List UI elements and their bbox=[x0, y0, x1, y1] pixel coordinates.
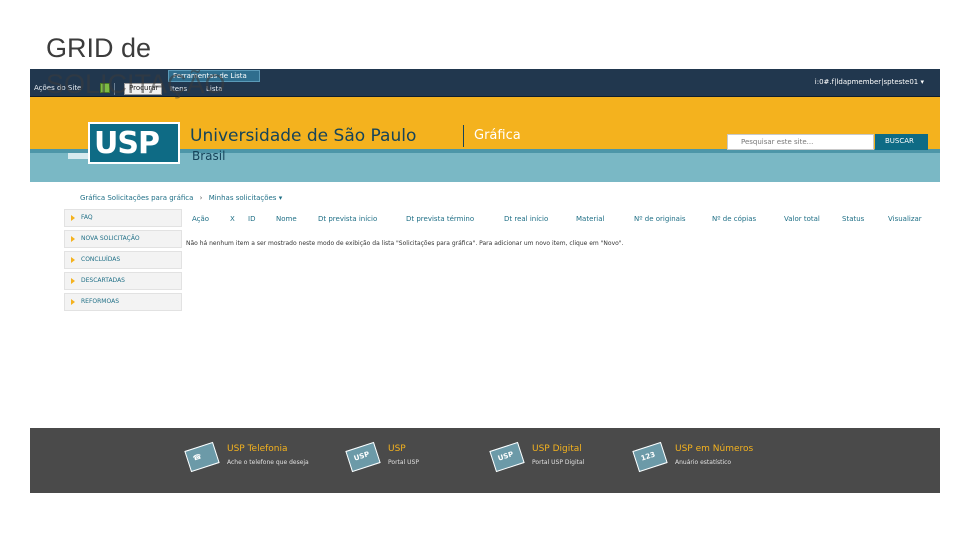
footer-link-telefonia[interactable]: ☎ USP Telefonia Ache o telefone que dese… bbox=[184, 441, 337, 476]
subsite-name[interactable]: Gráfica bbox=[474, 127, 521, 145]
footer-link-title: USP bbox=[388, 444, 406, 454]
column-header-dt-real-inicio[interactable]: Dt real início bbox=[504, 215, 548, 223]
slide-title-line1: GRID de bbox=[46, 33, 152, 63]
footer-link-title: USP em Números bbox=[675, 444, 754, 454]
column-header-visualizar[interactable]: Visualizar bbox=[888, 215, 922, 223]
nav-item-new-request[interactable]: NOVA SOLICITAÇÃO bbox=[64, 230, 182, 248]
chevron-down-icon[interactable]: ▾ bbox=[279, 194, 283, 202]
nav-item-label: FAQ bbox=[81, 214, 93, 221]
column-header-n-originais[interactable]: Nº de originais bbox=[634, 215, 686, 223]
column-header-material[interactable]: Material bbox=[576, 215, 604, 223]
left-navigation: FAQ NOVA SOLICITAÇÃO CONCLUÍDAS DESCARTA… bbox=[64, 209, 182, 314]
site-divider bbox=[463, 125, 464, 147]
arrow-right-icon bbox=[71, 257, 75, 263]
empty-list-message: Não há nenhum item a ser mostrado neste … bbox=[186, 240, 624, 247]
site-country: Brasil bbox=[192, 149, 226, 163]
nav-item-label: CONCLUÍDAS bbox=[81, 256, 121, 263]
breadcrumb-separator-icon: › bbox=[199, 194, 203, 202]
column-header-acao[interactable]: Ação bbox=[192, 215, 209, 223]
column-header-id[interactable]: ID bbox=[248, 215, 255, 223]
footer-link-subtitle: Anuário estatístico bbox=[675, 459, 732, 466]
usp-badge-icon: USP bbox=[345, 441, 381, 473]
arrow-right-icon bbox=[71, 236, 75, 242]
footer-link-subtitle: Portal USP Digital bbox=[532, 459, 585, 466]
column-header-n-copias[interactable]: Nº de cópias bbox=[712, 215, 756, 223]
footer-link-subtitle: Portal USP bbox=[388, 459, 419, 466]
arrow-right-icon bbox=[71, 215, 75, 221]
sharepoint-screenshot: Ações do Site Ferramentas de Lista Procu… bbox=[30, 69, 940, 493]
footer-link-portal-usp[interactable]: USP USP Portal USP bbox=[345, 441, 468, 476]
search-input[interactable]: Pesquisar este site... bbox=[727, 134, 874, 150]
footer-badge-glyph: USP bbox=[496, 450, 515, 463]
column-header-valor-total[interactable]: Valor total bbox=[784, 215, 820, 223]
search-button[interactable]: BUSCAR bbox=[875, 134, 928, 150]
site-header: USP Universidade de São Paulo Brasil Grá… bbox=[30, 97, 940, 182]
footer-badge-glyph: USP bbox=[352, 450, 371, 463]
slide-title-line2: SOLICITAÇÃO bbox=[46, 69, 226, 99]
column-header-nome[interactable]: Nome bbox=[276, 215, 297, 223]
nav-item-label: DESCARTADAS bbox=[81, 277, 125, 284]
column-header-dt-prevista-termino[interactable]: Dt prevista término bbox=[406, 215, 474, 223]
usp-digital-icon: USP bbox=[489, 441, 525, 473]
user-name: i:0#.f|ldapmember|spteste01 bbox=[814, 78, 919, 86]
slide-title: GRID de SOLICITAÇÃO bbox=[46, 30, 306, 102]
column-header-status[interactable]: Status bbox=[842, 215, 864, 223]
search-button-label: BUSCAR bbox=[885, 137, 914, 145]
nav-item-label: REFORMOAS bbox=[81, 298, 120, 305]
usp-logo[interactable]: USP bbox=[88, 122, 180, 164]
usp-logo-text: USP bbox=[94, 126, 160, 161]
nav-item-reforms[interactable]: REFORMOAS bbox=[64, 293, 182, 311]
slide: GRID de SOLICITAÇÃO Ações do Site Ferram… bbox=[0, 0, 960, 540]
breadcrumb-path[interactable]: Gráfica Solicitações para gráfica bbox=[80, 194, 193, 202]
column-header-dt-prevista-inicio[interactable]: Dt prevista início bbox=[318, 215, 377, 223]
footer-link-title: USP Digital bbox=[532, 444, 582, 454]
footer-link-usp-digital[interactable]: USP USP Digital Portal USP Digital bbox=[489, 441, 632, 476]
nav-item-label: NOVA SOLICITAÇÃO bbox=[81, 235, 140, 242]
footer-badge-glyph: ☎ bbox=[191, 452, 203, 463]
statistics-icon: 123 bbox=[632, 441, 668, 473]
nav-item-completed[interactable]: CONCLUÍDAS bbox=[64, 251, 182, 269]
nav-item-discarded[interactable]: DESCARTADAS bbox=[64, 272, 182, 290]
nav-item-faq[interactable]: FAQ bbox=[64, 209, 182, 227]
breadcrumb: Gráfica Solicitações para gráfica › Minh… bbox=[80, 194, 282, 202]
footer-link-usp-numeros[interactable]: 123 USP em Números Anuário estatístico bbox=[632, 441, 785, 476]
column-header-x[interactable]: X bbox=[230, 215, 235, 223]
chevron-down-icon: ▾ bbox=[920, 78, 924, 86]
footer-link-subtitle: Ache o telefone que deseja bbox=[227, 459, 309, 466]
user-menu[interactable]: i:0#.f|ldapmember|spteste01 ▾ bbox=[815, 77, 924, 87]
site-footer: ☎ USP Telefonia Ache o telefone que dese… bbox=[30, 428, 940, 493]
search-placeholder: Pesquisar este site... bbox=[741, 138, 814, 146]
arrow-right-icon bbox=[71, 299, 75, 305]
list-column-headers: Ação X ID Nome Dt prevista início Dt pre… bbox=[186, 215, 926, 227]
phone-icon: ☎ bbox=[184, 441, 220, 473]
footer-link-title: USP Telefonia bbox=[227, 444, 288, 454]
site-name[interactable]: Universidade de São Paulo bbox=[190, 125, 416, 147]
footer-badge-glyph: 123 bbox=[639, 450, 657, 463]
breadcrumb-current[interactable]: Minhas solicitações bbox=[209, 194, 277, 202]
arrow-right-icon bbox=[71, 278, 75, 284]
